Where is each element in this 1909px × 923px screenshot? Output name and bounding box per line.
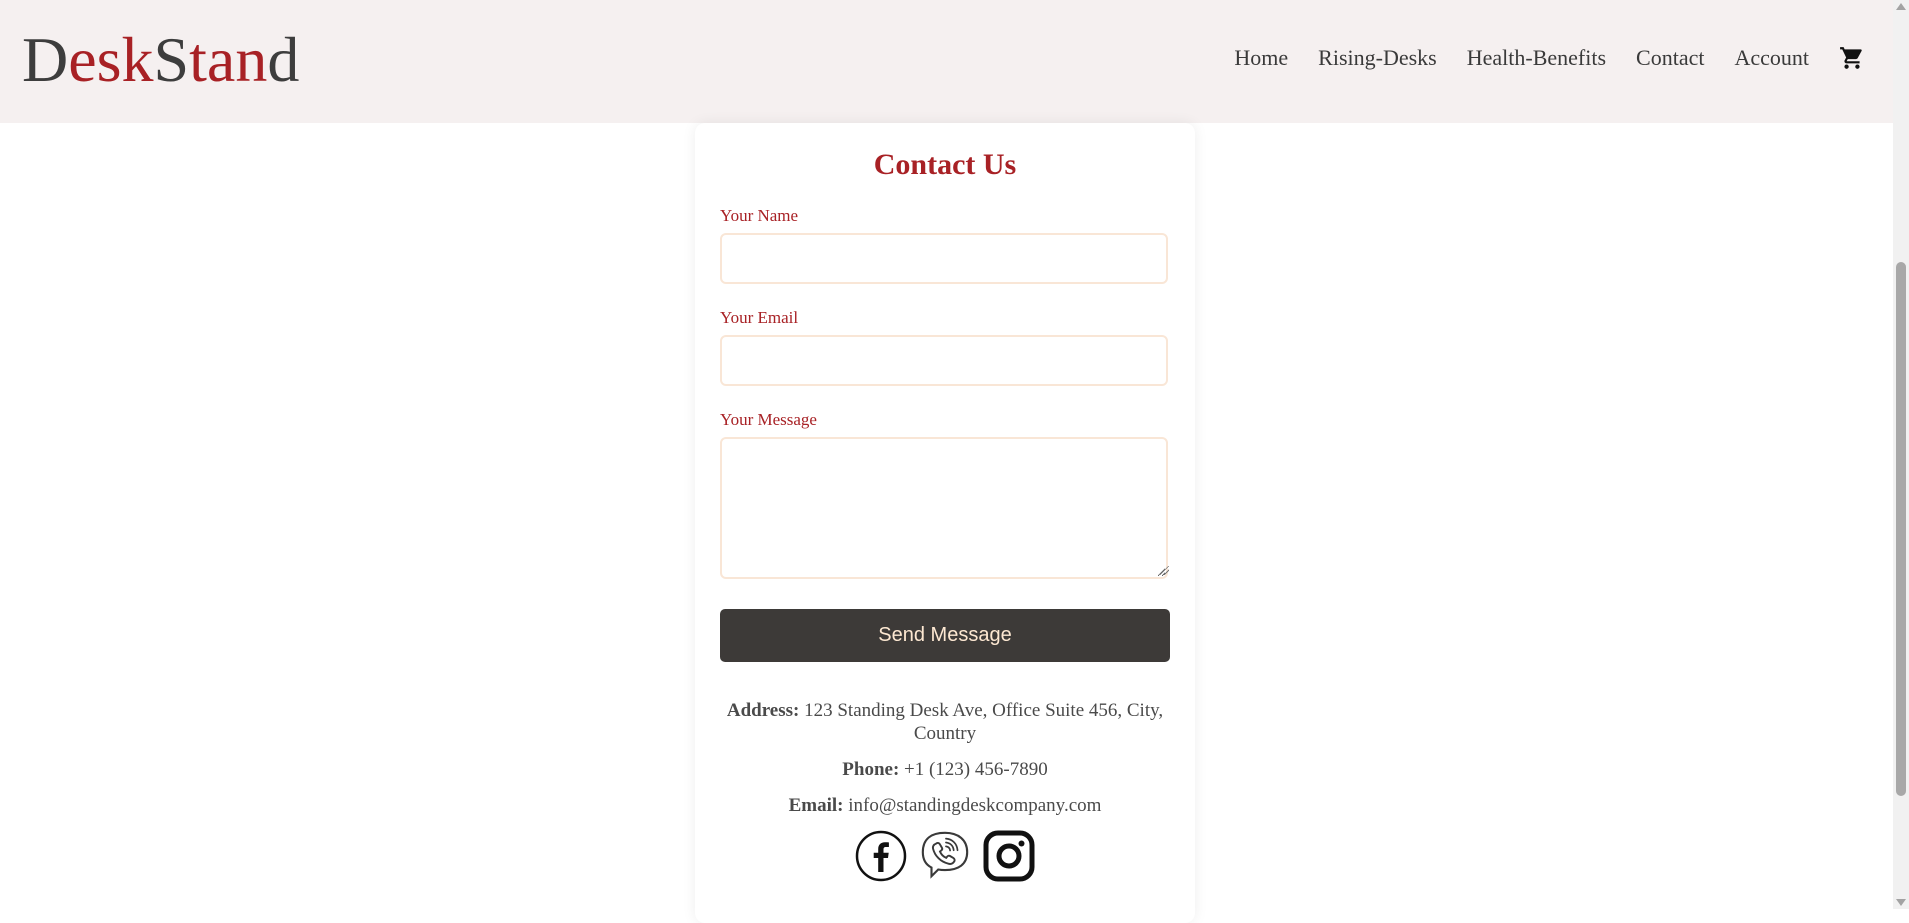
- message-label: Your Message: [720, 410, 817, 429]
- email-info: Email: info@standingdeskcompany.com: [720, 794, 1170, 817]
- phone-value: +1 (123) 456-7890: [904, 759, 1048, 780]
- social-links: [695, 829, 1195, 883]
- page-scrollbar[interactable]: [1893, 0, 1909, 909]
- logo-part: esk: [68, 24, 154, 95]
- logo-part: D: [22, 24, 69, 95]
- logo-part: d: [267, 24, 300, 95]
- message-textarea[interactable]: [720, 437, 1168, 579]
- facebook-icon[interactable]: [854, 829, 908, 883]
- contact-card: Contact Us Your Name Your Email Your Mes…: [695, 123, 1195, 923]
- nav-account[interactable]: Account: [1734, 40, 1809, 76]
- name-input[interactable]: [720, 233, 1168, 284]
- email-input[interactable]: [720, 335, 1168, 386]
- address-info: Address: 123 Standing Desk Ave, Office S…: [720, 699, 1170, 745]
- logo-part: S: [153, 24, 190, 95]
- instagram-icon[interactable]: [982, 829, 1036, 883]
- phone-label: Phone:: [842, 759, 900, 780]
- logo[interactable]: DeskStand: [22, 22, 299, 98]
- email-info-label: Email:: [788, 795, 844, 816]
- scroll-up-arrow-icon[interactable]: [1896, 3, 1906, 10]
- scroll-down-arrow-icon[interactable]: [1896, 899, 1906, 906]
- address-label: Address:: [726, 700, 800, 721]
- viber-icon[interactable]: [918, 829, 972, 883]
- resize-handle-icon[interactable]: [1160, 566, 1169, 575]
- nav-rising-desks[interactable]: Rising-Desks: [1318, 40, 1437, 76]
- nav-contact[interactable]: Contact: [1636, 40, 1704, 76]
- logo-part: an: [206, 24, 268, 95]
- main-nav: Home Rising-Desks Health-Benefits Contac…: [1234, 40, 1893, 76]
- address-value: 123 Standing Desk Ave, Office Suite 456,…: [804, 700, 1164, 744]
- name-label: Your Name: [720, 206, 799, 225]
- scrollbar-thumb[interactable]: [1896, 262, 1906, 796]
- email-info-value: info@standingdeskcompany.com: [848, 795, 1102, 816]
- shopping-cart-icon[interactable]: [1839, 43, 1865, 73]
- nav-home[interactable]: Home: [1234, 40, 1288, 76]
- logo-part: t: [189, 24, 207, 95]
- site-header: DeskStand Home Rising-Desks Health-Benef…: [0, 0, 1893, 123]
- phone-info: Phone: +1 (123) 456-7890: [720, 758, 1170, 781]
- email-label: Your Email: [720, 308, 799, 327]
- message-wrapper: [695, 437, 1195, 579]
- send-message-button[interactable]: Send Message: [720, 609, 1170, 662]
- page-title: Contact Us: [873, 148, 1017, 181]
- nav-health-benefits[interactable]: Health-Benefits: [1467, 40, 1606, 76]
